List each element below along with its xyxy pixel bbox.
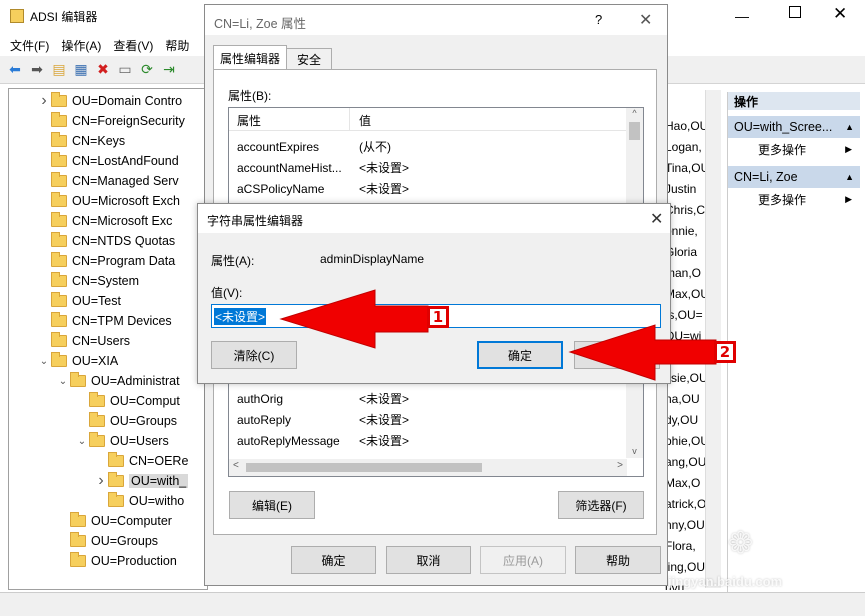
annotation-marker-1: 1: [427, 306, 449, 328]
annotation-arrow-2: [568, 324, 717, 381]
annotation-marker-2: 2: [714, 341, 736, 363]
paw-logo-icon: ❁: [728, 527, 754, 560]
annotation-arrow-1: [279, 289, 429, 349]
watermark-text: jingyan.baidu.com: [668, 574, 783, 589]
watermark: ❁ jingyan.baidu.com: [668, 527, 858, 598]
